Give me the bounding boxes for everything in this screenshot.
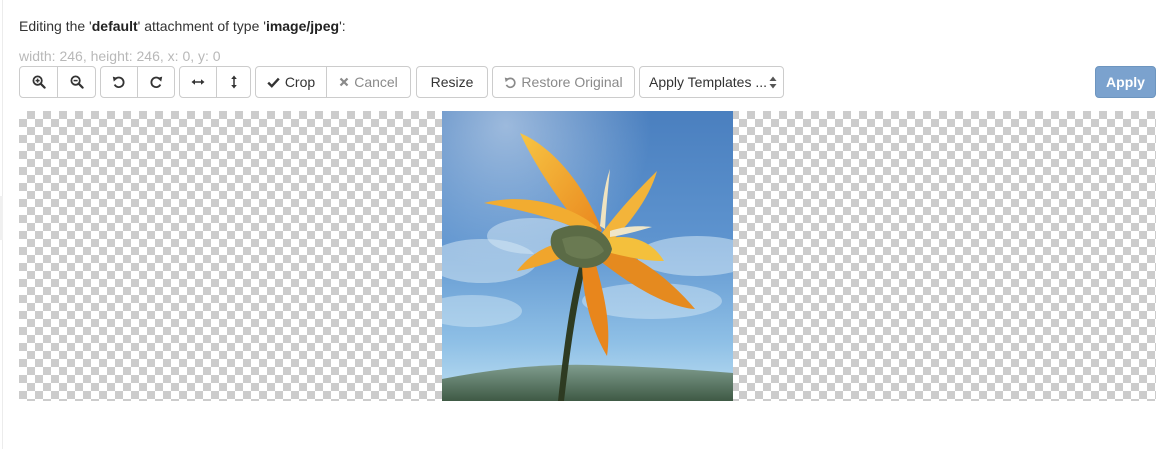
rotate-left-icon: [112, 76, 125, 89]
close-icon: [339, 77, 349, 87]
flip-horizontal-icon: [191, 79, 205, 85]
zoom-in-icon: [32, 75, 46, 89]
crop-label: Crop: [284, 74, 316, 90]
left-notch: [0, 196, 3, 240]
resize-button[interactable]: Resize: [416, 66, 488, 98]
check-icon: [267, 77, 280, 88]
apply-templates-label: Apply Templates ...: [649, 74, 768, 90]
zoom-out-button[interactable]: [57, 66, 96, 98]
zoom-in-button[interactable]: [19, 66, 58, 98]
attachment-name: default: [91, 18, 138, 34]
rotate-right-icon: [150, 76, 163, 89]
dimensions-readout: width: 246, height: 246, x: 0, y: 0: [19, 48, 221, 64]
resize-label: Resize: [430, 74, 474, 90]
cancel-button[interactable]: Cancel: [326, 66, 411, 98]
apply-templates-select[interactable]: Apply Templates ...: [639, 66, 784, 98]
restore-original-button[interactable]: Restore Original: [492, 66, 635, 98]
heading-suffix: ':: [339, 18, 346, 34]
crop-button[interactable]: Crop: [255, 66, 327, 98]
heading-prefix: Editing the ': [19, 18, 92, 34]
flip-vertical-icon: [230, 75, 237, 89]
undo-icon: [505, 76, 517, 88]
rotate-left-button[interactable]: [100, 66, 138, 98]
apply-button[interactable]: Apply: [1095, 66, 1156, 98]
cancel-label: Cancel: [354, 74, 398, 90]
image-preview: [442, 111, 733, 401]
flip-vertical-button[interactable]: [216, 66, 251, 98]
flip-horizontal-button[interactable]: [179, 66, 217, 98]
heading-middle: ' attachment of type ': [137, 18, 266, 34]
image-canvas[interactable]: [19, 111, 1156, 401]
editor-heading: Editing the 'default' attachment of type…: [19, 17, 346, 35]
rotate-right-button[interactable]: [137, 66, 175, 98]
mime-type: image/jpeg: [265, 18, 340, 34]
select-arrows-icon: [769, 76, 777, 89]
restore-label: Restore Original: [521, 74, 623, 90]
zoom-out-icon: [70, 75, 84, 89]
